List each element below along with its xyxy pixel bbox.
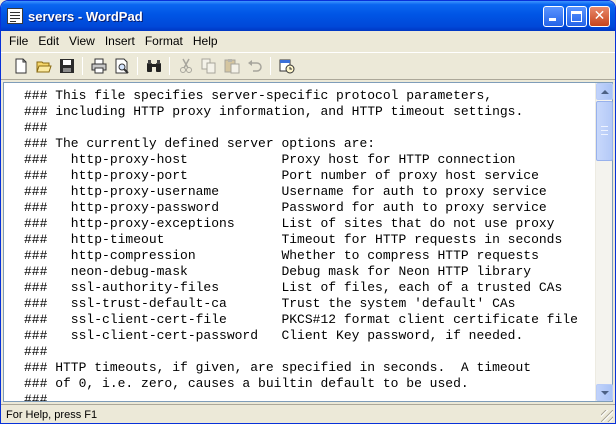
- menu-file[interactable]: File: [4, 32, 33, 50]
- text-line: ### http-compression Whether to compress…: [24, 248, 539, 263]
- menu-bar: File Edit View Insert Format Help: [1, 31, 615, 51]
- new-button[interactable]: [9, 55, 32, 77]
- window-title: servers - WordPad: [28, 8, 143, 24]
- text-line: ### The currently defined server options…: [24, 136, 376, 151]
- status-bar: For Help, press F1: [1, 404, 615, 423]
- insert-date-time-button[interactable]: [275, 55, 298, 77]
- paste-button[interactable]: [220, 55, 243, 77]
- wordpad-window: servers - WordPad ✕ File Edit View Inser…: [0, 0, 616, 424]
- text-line: ### http-timeout Timeout for HTTP reques…: [24, 232, 563, 247]
- close-button[interactable]: ✕: [589, 5, 610, 27]
- cut-button[interactable]: [174, 55, 197, 77]
- document-area[interactable]: ### This file specifies server-specific …: [3, 82, 613, 402]
- open-button[interactable]: [32, 55, 55, 77]
- open-folder-icon: [35, 61, 52, 73]
- text-line: ### neon-debug-mask Debug mask for Neon …: [24, 264, 532, 279]
- text-line: ###: [24, 392, 48, 401]
- new-document-icon: [15, 58, 26, 74]
- text-line: ###: [24, 344, 48, 359]
- text-line: ### ssl-authority-files List of files, e…: [24, 280, 563, 295]
- undo-icon: [247, 60, 262, 72]
- vertical-scrollbar[interactable]: [595, 83, 613, 401]
- title-bar[interactable]: servers - WordPad ✕: [1, 1, 615, 31]
- save-icon: [59, 59, 74, 73]
- toolbar: [1, 52, 615, 80]
- text-line: ### This file specifies server-specific …: [24, 88, 493, 103]
- text-line: ### ssl-client-cert-password Client Key …: [24, 328, 524, 343]
- status-text: For Help, press F1: [6, 408, 98, 421]
- arrow-down-icon: [600, 390, 609, 395]
- toolbar-separator: [169, 57, 170, 75]
- toolbar-separator: [270, 57, 271, 75]
- grip-line: [601, 134, 608, 135]
- find-button[interactable]: [142, 55, 165, 77]
- cut-icon: [179, 58, 192, 73]
- text-line: ### http-proxy-password Password for aut…: [24, 200, 547, 215]
- scroll-thumb[interactable]: [596, 101, 613, 161]
- text-line: ### http-proxy-port Port number of proxy…: [24, 168, 539, 183]
- grip-line: [601, 130, 608, 131]
- text-line: ### ssl-trust-default-ca Trust the syste…: [24, 296, 516, 311]
- arrow-up-icon: [600, 89, 609, 94]
- print-preview-icon: [115, 58, 129, 74]
- copy-icon: [201, 58, 215, 74]
- toolbar-separator: [137, 57, 138, 75]
- maximize-icon: [571, 10, 582, 22]
- text-line: ### http-proxy-exceptions List of sites …: [24, 216, 555, 231]
- paste-icon: [224, 59, 239, 74]
- text-line: ### http-proxy-host Proxy host for HTTP …: [24, 152, 516, 167]
- text-line: ### ssl-client-cert-file PKCS#12 format …: [24, 312, 578, 327]
- document-text[interactable]: ### This file specifies server-specific …: [4, 83, 596, 401]
- copy-button[interactable]: [197, 55, 220, 77]
- resize-grip-icon[interactable]: [601, 410, 613, 422]
- save-button[interactable]: [55, 55, 78, 77]
- undo-button[interactable]: [243, 55, 266, 77]
- maximize-button[interactable]: [566, 5, 587, 27]
- print-button[interactable]: [87, 55, 110, 77]
- menu-view[interactable]: View: [64, 32, 100, 50]
- scroll-up-button[interactable]: [596, 83, 613, 100]
- text-line: ### including HTTP proxy information, an…: [24, 104, 524, 119]
- menu-help[interactable]: Help: [188, 32, 223, 50]
- text-line: ### of 0, i.e. zero, causes a builtin de…: [24, 376, 469, 391]
- find-icon: [146, 60, 161, 72]
- minimize-button[interactable]: [543, 5, 564, 27]
- toolbar-separator: [82, 57, 83, 75]
- insert-date-time-icon: [279, 59, 294, 74]
- text-line: ### http-proxy-username Username for aut…: [24, 184, 547, 199]
- close-icon: ✕: [593, 8, 606, 24]
- scroll-down-button[interactable]: [596, 384, 613, 401]
- menu-format[interactable]: Format: [140, 32, 188, 50]
- text-line: ###: [24, 120, 48, 135]
- print-icon: [91, 58, 106, 74]
- menu-edit[interactable]: Edit: [33, 32, 64, 50]
- minimize-icon: [549, 17, 556, 21]
- menu-insert[interactable]: Insert: [100, 32, 140, 50]
- wordpad-app-icon[interactable]: [7, 8, 23, 24]
- grip-line: [601, 126, 608, 127]
- text-line: ### HTTP timeouts, if given, are specifi…: [24, 360, 532, 375]
- print-preview-button[interactable]: [110, 55, 133, 77]
